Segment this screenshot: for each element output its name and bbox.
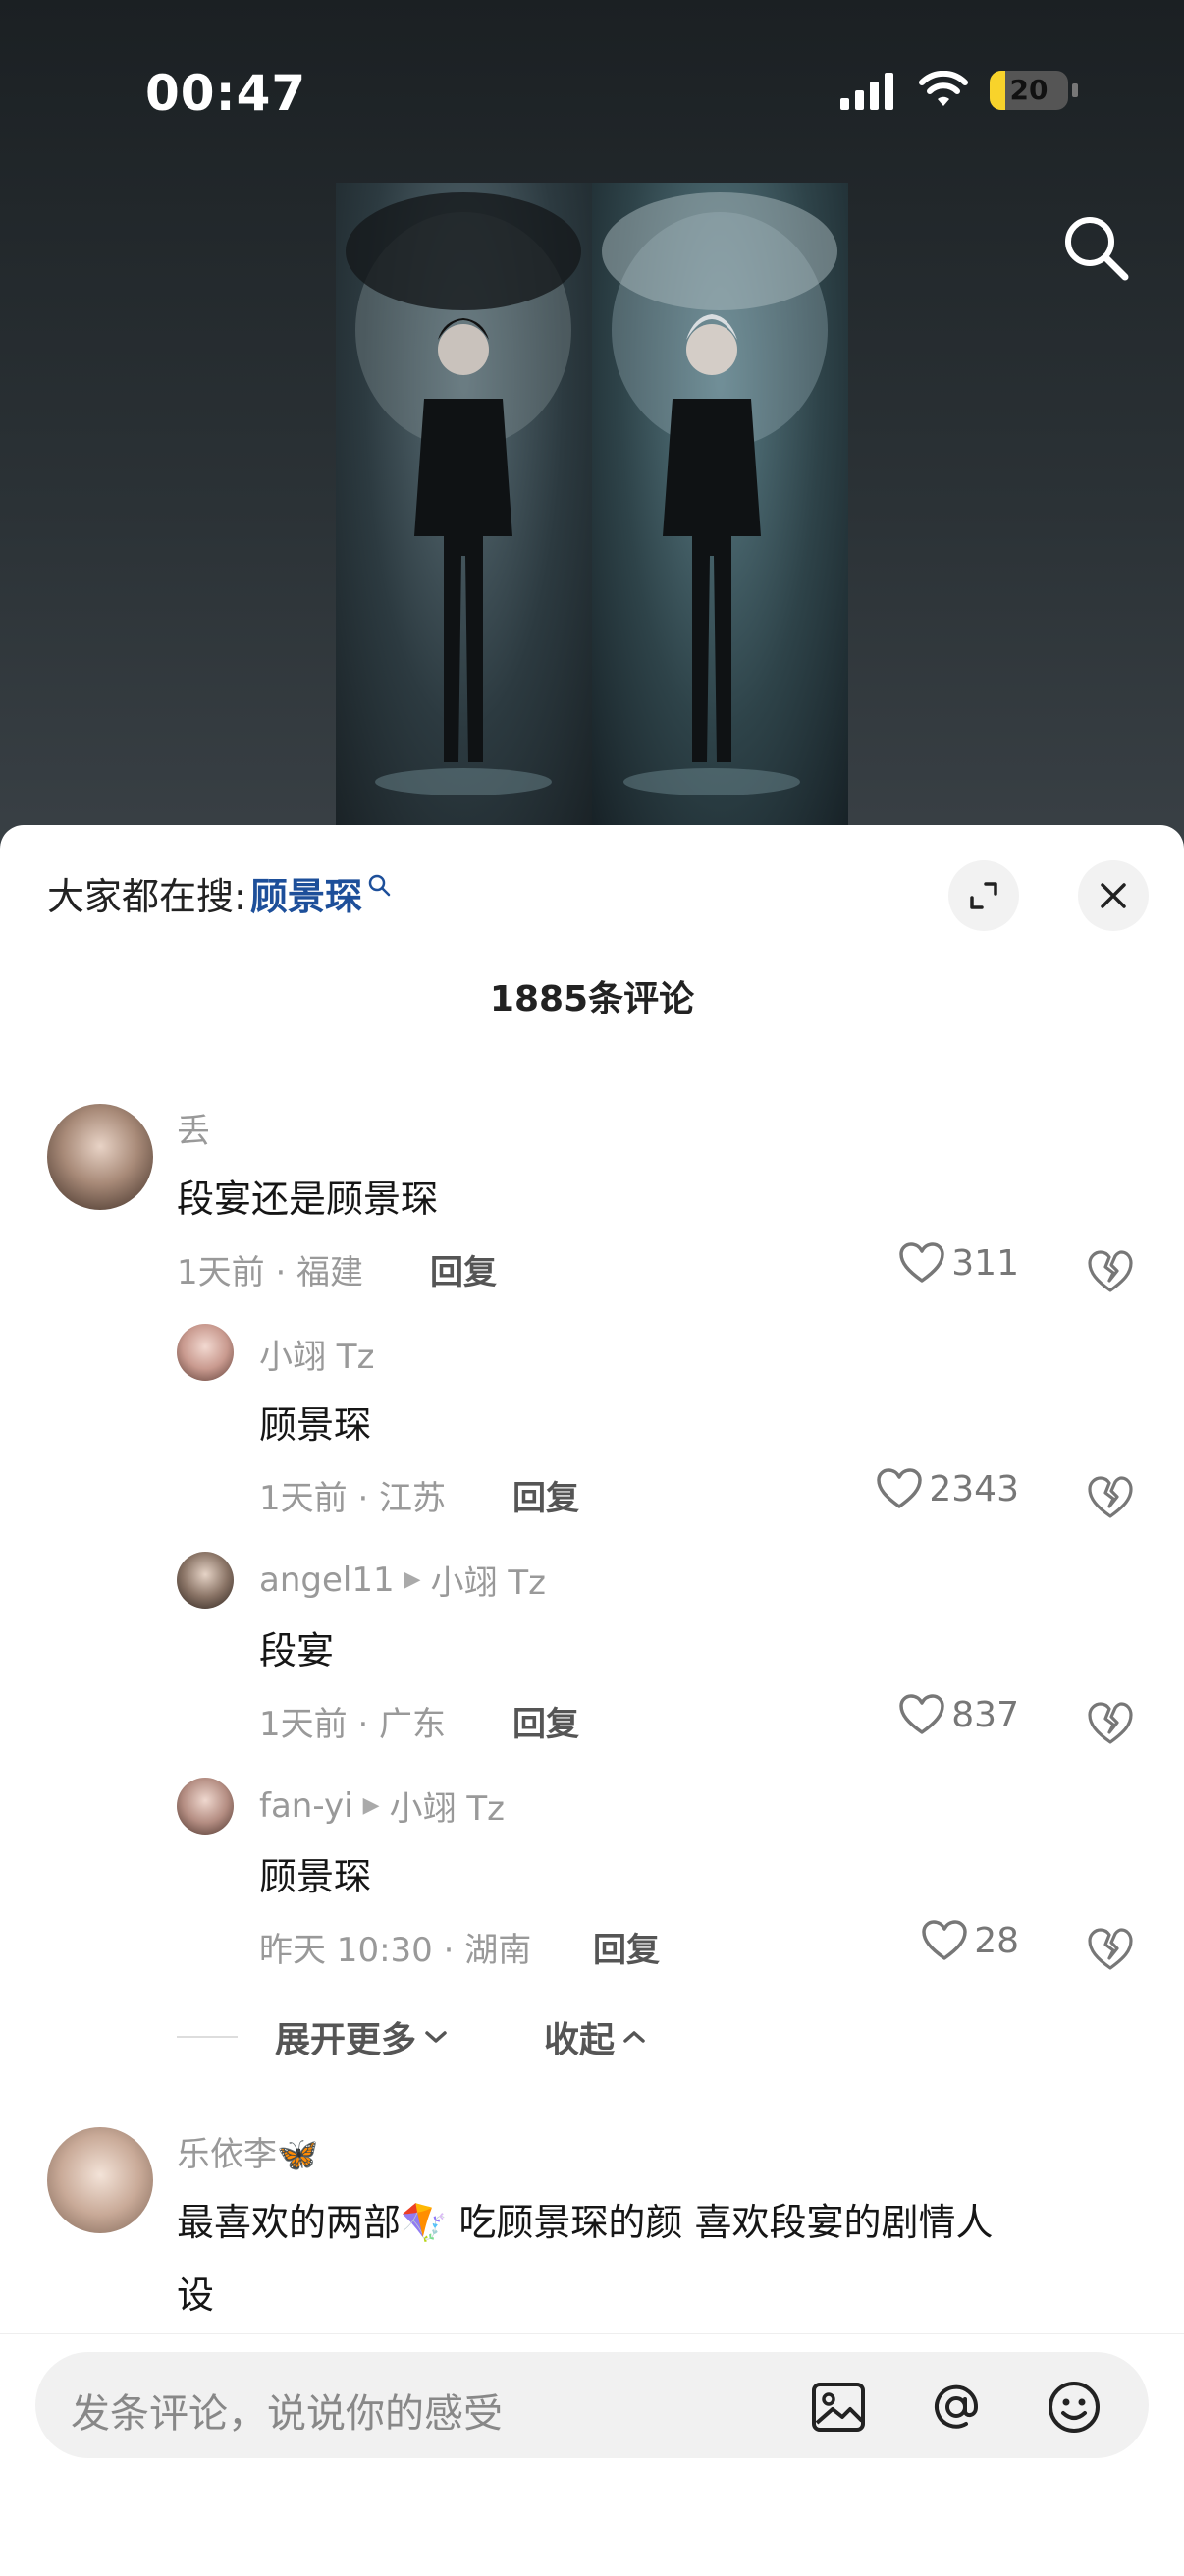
- avatar[interactable]: [177, 1324, 234, 1381]
- poster-right-figure: [592, 183, 848, 831]
- reply-text: 顾景琛: [259, 1403, 372, 1447]
- like-count: 2343: [929, 1468, 1019, 1509]
- battery-cap: [1072, 83, 1078, 97]
- reply-to-arrow-icon: ▶: [362, 1793, 380, 1818]
- comment-text-continued: 设: [177, 2274, 215, 2317]
- emoji-icon[interactable]: [1045, 2378, 1103, 2437]
- heart-icon: [922, 1920, 967, 1960]
- avatar[interactable]: [47, 1104, 153, 1210]
- like-button[interactable]: 28: [921, 1919, 1019, 1962]
- heart-icon: [899, 1694, 945, 1734]
- reply-text: 顾景琛: [259, 1855, 372, 1898]
- reply-to-arrow-icon: ▶: [404, 1567, 421, 1592]
- reply-meta: 昨天 10:30 · 湖南: [259, 1931, 532, 1970]
- comment-text: 段宴还是顾景琛: [177, 1178, 439, 1221]
- search-icon: [368, 874, 391, 896]
- replies-controls: 展开更多 收起: [177, 2011, 648, 2062]
- broken-heart-icon[interactable]: [1086, 1699, 1135, 1748]
- at-icon[interactable]: [927, 2378, 986, 2437]
- comment-input[interactable]: 发条评论，说说你的感受: [35, 2352, 1149, 2458]
- close-button[interactable]: [1078, 860, 1149, 931]
- reply-username[interactable]: 小翊 Tz: [259, 1330, 374, 1378]
- collapse-button[interactable]: 收起: [544, 2011, 648, 2062]
- chevron-up-icon: [623, 2031, 645, 2043]
- broken-heart-icon[interactable]: [1086, 1247, 1135, 1296]
- comment-count: 1885条评论: [489, 979, 695, 1019]
- hot-search-term[interactable]: 顾景琛: [250, 866, 362, 920]
- chevron-down-icon: [425, 2031, 447, 2043]
- comment-username[interactable]: 丢: [177, 1104, 210, 1152]
- broken-heart-icon[interactable]: [1086, 1925, 1135, 1974]
- comment-input-placeholder: 发条评论，说说你的感受: [71, 2391, 503, 2437]
- like-count: 28: [974, 1920, 1019, 1961]
- like-count: 311: [951, 1242, 1019, 1284]
- expand-more-button[interactable]: 展开更多: [275, 2011, 450, 2062]
- reply-button[interactable]: 回复: [593, 1923, 660, 1971]
- expand-icon: [970, 882, 997, 909]
- like-button[interactable]: 837: [898, 1693, 1019, 1736]
- reply-text: 段宴: [259, 1629, 335, 1672]
- heart-icon: [899, 1242, 945, 1283]
- avatar[interactable]: [177, 1778, 234, 1835]
- close-icon: [1101, 883, 1126, 908]
- avatar[interactable]: [47, 2127, 153, 2233]
- comment-text: 最喜欢的两部🪁 吃顾景琛的颜 喜欢段宴的剧情人: [177, 2201, 994, 2244]
- like-button[interactable]: 311: [898, 1241, 1019, 1285]
- wifi-icon: [919, 71, 968, 106]
- reply-button[interactable]: 回复: [512, 1697, 579, 1745]
- comment-input-bar: 发条评论，说说你的感受: [0, 2333, 1184, 2576]
- image-icon[interactable]: [809, 2378, 868, 2437]
- comment-sheet: 大家都在搜: 顾景琛 1885条评论 丢 段宴还是顾景琛 1天前 · 福建 回复…: [0, 825, 1184, 2575]
- reply-meta: 1天前 · 江苏: [259, 1479, 447, 1518]
- like-count: 837: [951, 1694, 1019, 1735]
- status-icons: 20: [838, 71, 1078, 110]
- like-button[interactable]: 2343: [876, 1467, 1019, 1510]
- expand-button[interactable]: [948, 860, 1019, 931]
- comment-meta: 1天前 · 福建: [177, 1253, 364, 1292]
- reply-button[interactable]: 回复: [512, 1471, 579, 1519]
- broken-heart-icon[interactable]: [1086, 1473, 1135, 1522]
- search-icon[interactable]: [1056, 208, 1135, 287]
- comment-username[interactable]: 乐依李🦋: [177, 2127, 318, 2175]
- hot-search[interactable]: 大家都在搜: 顾景琛: [47, 866, 392, 920]
- hot-search-prefix: 大家都在搜:: [47, 875, 246, 918]
- battery-indicator: 20: [990, 71, 1068, 110]
- signal-icon: [840, 73, 893, 110]
- status-time: 00:47: [145, 65, 307, 122]
- reply-username[interactable]: fan-yi ▶ 小翊 Tz: [259, 1781, 505, 1830]
- video-poster[interactable]: [336, 183, 848, 831]
- poster-left-figure: [336, 183, 592, 831]
- avatar[interactable]: [177, 1552, 234, 1609]
- divider: [177, 2036, 238, 2038]
- reply-username[interactable]: angel11 ▶ 小翊 Tz: [259, 1556, 546, 1604]
- reply-meta: 1天前 · 广东: [259, 1705, 447, 1744]
- heart-icon: [877, 1468, 923, 1508]
- reply-button[interactable]: 回复: [430, 1245, 497, 1293]
